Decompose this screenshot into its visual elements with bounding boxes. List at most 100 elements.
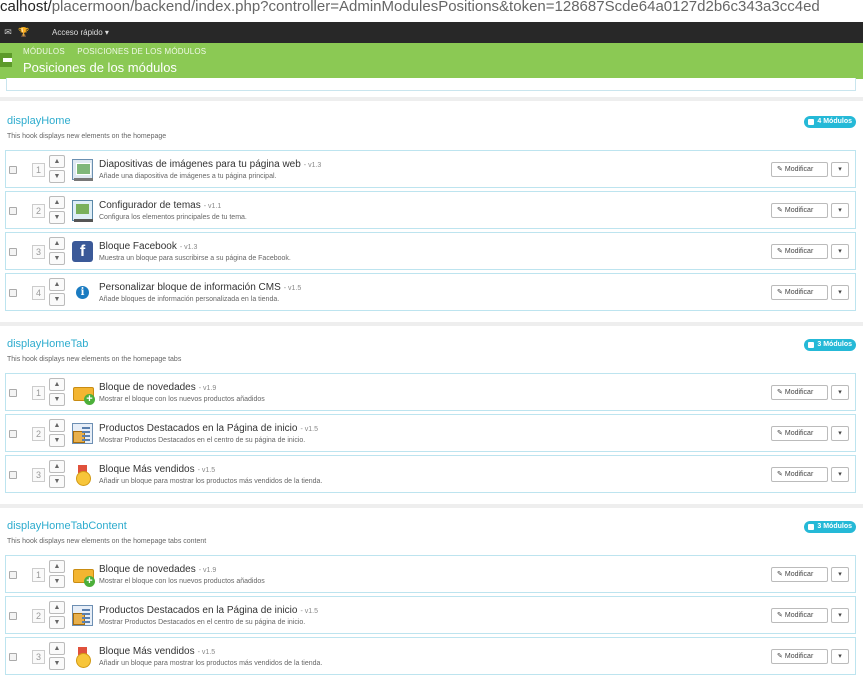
module-checkbox[interactable] (9, 289, 17, 297)
module-checkbox[interactable] (9, 166, 17, 174)
move-up-arrow-icon[interactable]: ▲ (49, 196, 65, 209)
module-checkbox[interactable] (9, 612, 17, 620)
edit-button[interactable]: ✎ Modificar (771, 426, 828, 441)
move-down-arrow-icon[interactable]: ▼ (49, 170, 65, 183)
edit-button[interactable]: ✎ Modificar (771, 649, 828, 664)
module-name-text: Productos Destacados en la Página de ini… (99, 423, 298, 434)
module-version: - v1.5 (300, 608, 318, 615)
module-description: Muestra un bloque para suscribirse a su … (99, 255, 291, 262)
move-up-arrow-icon[interactable]: ▲ (49, 601, 65, 614)
move-down-arrow-icon[interactable]: ▼ (49, 616, 65, 629)
module-count-badge: 3 Módulos (804, 521, 856, 533)
module-checkbox[interactable] (9, 471, 17, 479)
module-count-badge: 4 Módulos (804, 116, 856, 128)
breadcrumb-modules[interactable]: MÓDULOS (23, 47, 65, 56)
module-name: Personalizar bloque de información CMS - … (99, 282, 301, 293)
module-description: Mostrar el bloque con los nuevos product… (99, 578, 265, 585)
move-up-arrow-icon[interactable]: ▲ (49, 155, 65, 168)
edit-button[interactable]: ✎ Modificar (771, 385, 828, 400)
edit-button[interactable]: ✎ Modificar (771, 244, 828, 259)
address-bar[interactable]: calhost/placermoon/backend/index.php?con… (0, 0, 863, 22)
hook-description: This hook displays new elements on the h… (7, 133, 167, 140)
dropdown-toggle-button[interactable]: ▾ (831, 649, 849, 664)
move-up-arrow-icon[interactable]: ▲ (49, 642, 65, 655)
quick-access-menu[interactable]: Acceso rápido ▾ (52, 28, 109, 37)
dropdown-toggle-button[interactable]: ▾ (831, 244, 849, 259)
module-checkbox[interactable] (9, 653, 17, 661)
module-row[interactable]: 2 ▲ ▼ Productos Destacados en la Página de … (5, 596, 856, 634)
module-name-text: Configurador de temas (99, 200, 201, 211)
module-name: Configurador de temas - v1.1 (99, 200, 221, 211)
dropdown-toggle-button[interactable]: ▾ (831, 426, 849, 441)
move-up-arrow-icon[interactable]: ▲ (49, 278, 65, 291)
dropdown-toggle-button[interactable]: ▾ (831, 203, 849, 218)
edit-button-label: Modificar (784, 207, 814, 214)
mail-icon[interactable]: ✉ (0, 27, 16, 38)
position-number: 3 (32, 650, 45, 664)
edit-button[interactable]: ✎ Modificar (771, 608, 828, 623)
module-row[interactable]: 1 ▲ ▼ Bloque de novedades- v1.9 Mostrar el b… (5, 373, 856, 411)
module-row[interactable]: 3 ▲ ▼ f Bloque Facebook - v1.3 Muestra un bloq… (5, 232, 856, 270)
dropdown-toggle-button[interactable]: ▾ (831, 385, 849, 400)
module-description: Añadir un bloque para mostrar los produc… (99, 478, 323, 485)
move-down-arrow-icon[interactable]: ▼ (49, 252, 65, 265)
module-row[interactable]: 2 ▲ ▼ Configurador de temas - v1.1 Configura … (5, 191, 856, 229)
position-number: 3 (32, 468, 45, 482)
module-row[interactable]: 1 ▲ ▼ Diapositivas de imágenes para tu pági… (5, 150, 856, 188)
module-row[interactable]: 4 ▲ ▼ i Personalizar bloque de información C… (5, 273, 856, 311)
edit-button-label: Modificar (784, 289, 814, 296)
move-up-arrow-icon[interactable]: ▲ (49, 419, 65, 432)
module-version: - v1.5 (283, 285, 302, 292)
position-number: 1 (32, 163, 45, 177)
edit-button[interactable]: ✎ Modificar (771, 162, 828, 177)
module-checkbox[interactable] (9, 207, 17, 215)
module-checkbox[interactable] (9, 389, 17, 397)
dropdown-toggle-button[interactable]: ▾ (831, 467, 849, 482)
section-divider (0, 97, 863, 101)
module-checkbox[interactable] (9, 571, 17, 579)
move-down-arrow-icon[interactable]: ▼ (49, 657, 65, 670)
module-description: Mostrar Productos Destacados en el centr… (99, 437, 306, 444)
dropdown-toggle-button[interactable]: ▾ (831, 608, 849, 623)
edit-button[interactable]: ✎ Modificar (771, 467, 828, 482)
move-up-arrow-icon[interactable]: ▲ (49, 237, 65, 250)
move-down-arrow-icon[interactable]: ▼ (49, 575, 65, 588)
module-name: Bloque de novedades - v1.9 (99, 564, 216, 575)
module-name-text: Bloque Facebook (99, 241, 177, 252)
edit-button-label: Modificar (784, 248, 814, 255)
move-up-arrow-icon[interactable]: ▲ (49, 560, 65, 573)
hook-description: This hook displays new elements on the h… (7, 538, 207, 545)
module-row[interactable]: 3 ▲ ▼ Bloque Más vendidos - v1.5 Añadir un bl… (5, 637, 856, 675)
module-row[interactable]: 2 ▲ ▼ Productos Destacados en la Página de … (5, 414, 856, 452)
position-number: 1 (32, 568, 45, 582)
edit-button-label: Modificar (784, 166, 814, 173)
url-host: calhost/ (0, 0, 52, 15)
breadcrumb-positions[interactable]: POSICIONES DE LOS MÓDULOS (77, 47, 206, 56)
dropdown-toggle-button[interactable]: ▾ (831, 285, 849, 300)
trophy-icon[interactable]: 🏆 (16, 27, 32, 38)
edit-button-label: Modificar (784, 389, 814, 396)
move-up-arrow-icon[interactable]: ▲ (49, 460, 65, 473)
move-down-arrow-icon[interactable]: ▼ (49, 211, 65, 224)
module-row[interactable]: 3 ▲ ▼ Bloque Más vendidos - v1.5 Añadir un bl… (5, 455, 856, 493)
pencil-icon: ✎ (777, 166, 783, 173)
pencil-icon: ✎ (777, 653, 783, 660)
edit-button[interactable]: ✎ Modificar (771, 567, 828, 582)
module-row[interactable]: 1 ▲ ▼ Bloque de novedades- v1.9 Mostrar el b… (5, 555, 856, 593)
move-down-arrow-icon[interactable]: ▼ (49, 434, 65, 447)
move-up-arrow-icon[interactable]: ▲ (49, 378, 65, 391)
module-name: Bloque Más vendidos - v1.5 (99, 464, 215, 475)
move-down-arrow-icon[interactable]: ▼ (49, 293, 65, 306)
dropdown-toggle-button[interactable]: ▾ (831, 567, 849, 582)
edit-button[interactable]: ✎ Modificar (771, 285, 828, 300)
move-down-arrow-icon[interactable]: ▼ (49, 393, 65, 406)
slideshow-icon (72, 159, 93, 181)
edit-button[interactable]: ✎ Modificar (771, 203, 828, 218)
hook-title: displayHomeTabContent (7, 520, 127, 532)
module-checkbox[interactable] (9, 430, 17, 438)
module-checkbox[interactable] (9, 248, 17, 256)
move-down-arrow-icon[interactable]: ▼ (49, 475, 65, 488)
dropdown-toggle-button[interactable]: ▾ (831, 162, 849, 177)
edit-button-label: Modificar (784, 612, 814, 619)
module-name: Bloque Facebook - v1.3 (99, 241, 197, 252)
